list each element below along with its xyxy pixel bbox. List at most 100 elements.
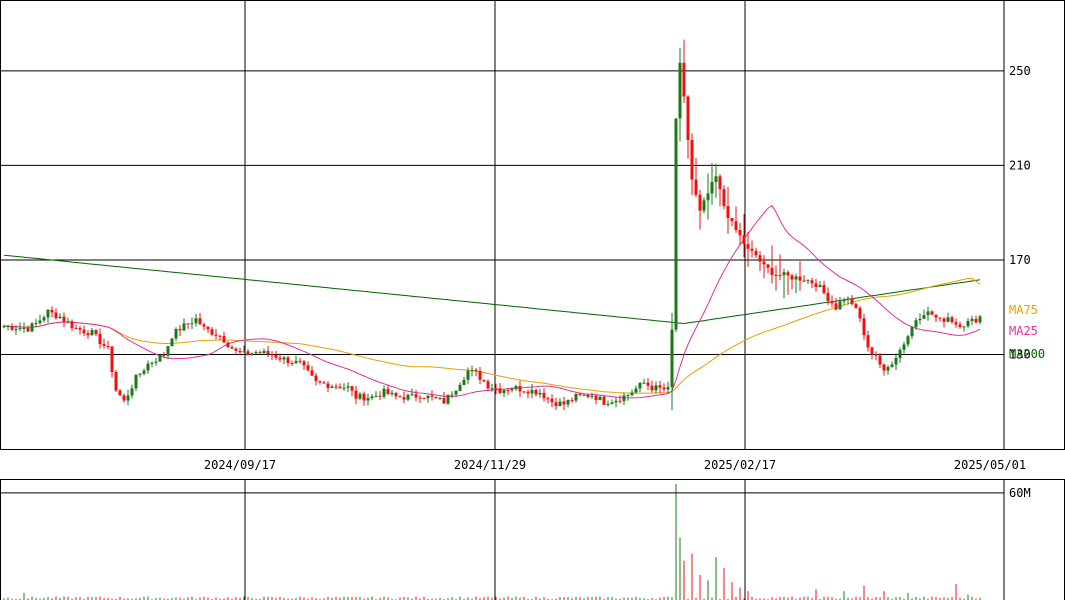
chart-labels: 1301702102502024/09/17 2024/11/29 2025/02/… [204, 64, 1045, 500]
candle-body [26, 328, 30, 332]
candle-body [942, 318, 946, 322]
candle-body [266, 350, 270, 355]
candle-body [386, 388, 390, 395]
candle-body [666, 387, 670, 390]
candle-body [874, 354, 878, 356]
candle-body [274, 354, 278, 358]
candle-body [954, 322, 958, 325]
candle-body [918, 318, 922, 321]
candle-body [166, 346, 170, 356]
candle-body [194, 318, 198, 324]
candle-body [290, 362, 294, 364]
y-tick-label: 170 [1009, 253, 1031, 267]
candle-body [426, 395, 430, 399]
candle-body [566, 400, 570, 405]
candle-body [642, 382, 646, 384]
candle-body [250, 353, 254, 355]
candle-body [174, 329, 178, 339]
candle-body [30, 323, 34, 332]
candle-body [598, 396, 602, 401]
candle-body [478, 370, 482, 380]
candle-body [394, 392, 398, 397]
candle-body [190, 323, 194, 325]
candle-body [406, 394, 410, 400]
candle-body [894, 358, 898, 365]
candle-body [778, 275, 782, 277]
candle-body [430, 395, 434, 397]
candle-body [218, 335, 222, 337]
candle-body [242, 351, 246, 353]
candle-body [966, 320, 970, 327]
x-tick-label: 2025/02/17 [704, 458, 776, 472]
candle-body [922, 315, 926, 319]
candle-body [370, 396, 374, 399]
candle-body [694, 179, 698, 195]
candle-body [686, 96, 690, 141]
candle-body [490, 388, 494, 390]
candle-body [382, 388, 386, 397]
candle-body [746, 244, 750, 249]
candle-body [326, 383, 330, 388]
candle-body [410, 394, 414, 396]
y-tick-label: 250 [1009, 64, 1031, 78]
candle-body [718, 176, 722, 190]
candle-body [106, 346, 110, 348]
candle-body [738, 230, 742, 236]
candle-body [42, 317, 46, 321]
candle-body [482, 379, 486, 382]
candle-body [202, 324, 206, 327]
candle-body [886, 366, 890, 371]
candle-body [970, 318, 974, 321]
candle-body [638, 382, 642, 389]
candle-body [926, 311, 930, 316]
candle-body [466, 370, 470, 380]
candle-body [754, 250, 758, 256]
candle-body [610, 402, 614, 405]
candle-body [554, 402, 558, 407]
candle-body [590, 395, 594, 397]
candle-body [974, 318, 978, 323]
candle-body [206, 326, 210, 330]
candle-body [622, 395, 626, 402]
candle-body [214, 334, 218, 336]
candle-body [118, 390, 122, 396]
candle-body [658, 385, 662, 388]
candle-body [594, 395, 598, 401]
candle-body [670, 329, 674, 388]
candle-body [630, 392, 634, 396]
candle-body [458, 385, 462, 391]
candle-body [442, 397, 446, 404]
candle-body [758, 255, 762, 262]
candle-body [910, 327, 914, 337]
candle-body [110, 346, 114, 373]
candle-body [682, 62, 686, 97]
candle-body [46, 309, 50, 318]
candle-body [706, 193, 710, 201]
candle-body [446, 394, 450, 404]
candle-body [350, 386, 354, 391]
candle-body [810, 280, 814, 284]
candle-body [646, 382, 650, 386]
candle-body [306, 365, 310, 371]
legend-ma25: MA25 [1009, 324, 1038, 338]
candle-body [710, 182, 714, 194]
candle-body [938, 317, 942, 319]
candle-body [542, 392, 546, 399]
candle-body [790, 275, 794, 280]
x-tick-label: 2024/09/17 [204, 458, 276, 472]
candle-body [822, 285, 826, 293]
candle-body [958, 324, 962, 328]
candle-body [54, 312, 58, 319]
candle-body [550, 398, 554, 403]
candle-body [86, 333, 90, 336]
candle-body [18, 328, 22, 330]
candle-body [154, 361, 158, 363]
candle-body [262, 350, 266, 354]
candle-body [294, 360, 298, 364]
ma75-line [3, 277, 981, 394]
candle-body [130, 388, 134, 396]
candle-body [950, 317, 954, 323]
candle-body [650, 385, 654, 391]
candle-body [854, 303, 858, 308]
candle-body [98, 334, 102, 345]
